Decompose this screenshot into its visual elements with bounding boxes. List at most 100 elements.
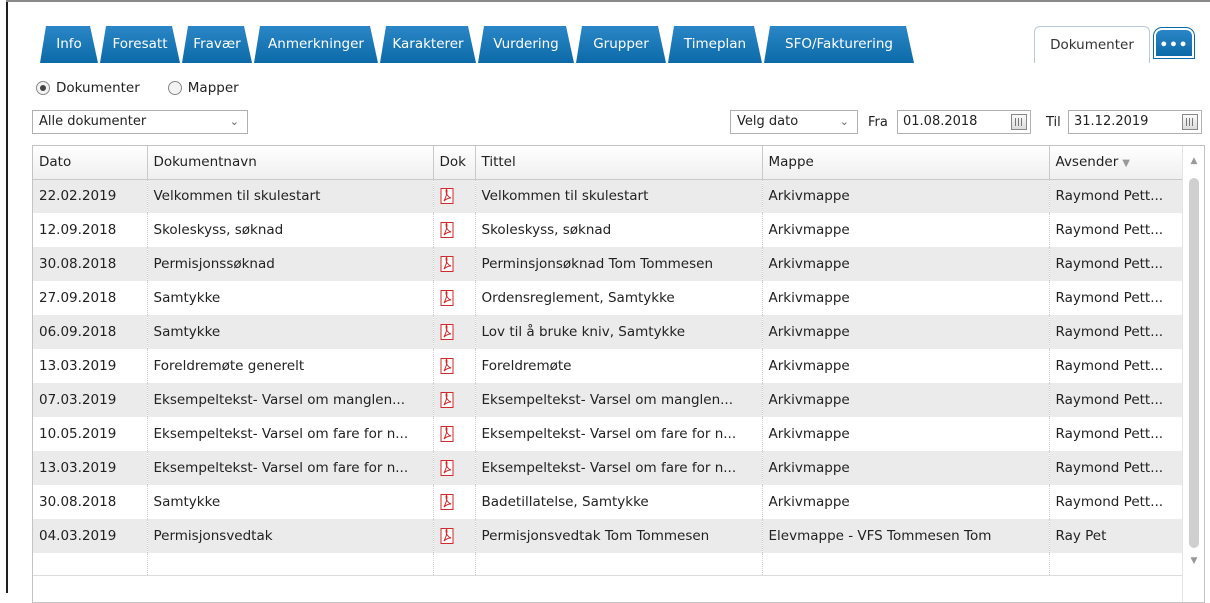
documents-grid: Dato Dokumentnavn Dok Tittel Mappe Avsen…	[32, 145, 1205, 603]
table-row[interactable]: 04.03.2019 Permisjonsvedtak Permisjonsvedt…	[33, 519, 1184, 553]
column-header-name[interactable]: Dokumentnavn	[147, 146, 434, 180]
calendar-icon[interactable]	[1011, 114, 1027, 130]
pdf-icon[interactable]	[440, 222, 454, 238]
pdf-icon[interactable]	[440, 460, 454, 476]
scroll-down-icon[interactable]: ▼	[1183, 556, 1204, 566]
cell-date: 27.09.2018	[33, 281, 148, 315]
pdf-icon[interactable]	[440, 528, 454, 544]
cell-doc[interactable]	[433, 247, 476, 281]
radio-mapper[interactable]: Mapper	[167, 80, 239, 96]
cell-folder: Elevmappe - VFS Tommesen Tom	[762, 519, 1050, 553]
view-mode-radios: Dokumenter Mapper	[36, 79, 267, 97]
table-row[interactable]: 13.03.2019 Eksempeltekst- Varsel om fare …	[33, 451, 1184, 485]
cell-title: Perminsjonsøknad Tom Tommesen	[475, 247, 763, 281]
cell-doc[interactable]	[433, 315, 476, 349]
empty-cell	[147, 553, 434, 576]
table-row[interactable]: 22.02.2019 Velkommen til skulestart Velkom…	[33, 179, 1184, 213]
column-header-doc[interactable]: Dok	[433, 146, 476, 180]
from-label: Fra	[868, 115, 888, 130]
cell-date: 13.03.2019	[33, 349, 148, 383]
tab-grupper[interactable]: Grupper	[576, 26, 666, 63]
table-row[interactable]: 12.09.2018 Skoleskyss, søknad Skoleskyss, …	[33, 213, 1184, 247]
pdf-icon[interactable]	[440, 426, 454, 442]
vertical-scrollbar[interactable]: ▲ ▼	[1182, 146, 1204, 602]
cell-title: Skoleskyss, søknad	[475, 213, 763, 247]
pdf-icon[interactable]	[440, 392, 454, 408]
from-date-value: 01.08.2018	[903, 114, 978, 129]
cell-date: 10.05.2019	[33, 417, 148, 451]
date-range-select[interactable]: Velg dato ⌄	[730, 110, 858, 134]
table-row[interactable]: 13.03.2019 Foreldremøte generelt Foreldrem…	[33, 349, 1184, 383]
column-header-sender[interactable]: Avsender ▼	[1049, 146, 1184, 180]
tab-anmerkninger[interactable]: Anmerkninger	[254, 26, 378, 63]
tab-fravaer[interactable]: Fravær	[182, 26, 252, 63]
cell-title: Foreldremøte	[475, 349, 763, 383]
cell-document-name: Permisjonssøknad	[147, 247, 434, 281]
cell-doc[interactable]	[433, 383, 476, 417]
cell-doc[interactable]	[433, 485, 476, 519]
cell-title: Velkommen til skulestart	[475, 179, 763, 213]
column-header-title[interactable]: Tittel	[475, 146, 763, 180]
cell-doc[interactable]	[433, 519, 476, 553]
empty-cell	[475, 553, 763, 576]
cell-doc[interactable]	[433, 179, 476, 213]
table-row[interactable]: 27.09.2018 Samtykke Ordensreglement, Samty…	[33, 281, 1184, 315]
pdf-icon[interactable]	[440, 358, 454, 374]
scroll-up-icon[interactable]: ▲	[1183, 156, 1204, 166]
tab-info[interactable]: Info	[40, 26, 98, 63]
cell-document-name: Samtykke	[147, 485, 434, 519]
cell-sender: Raymond Pett...	[1049, 213, 1184, 247]
pdf-icon[interactable]	[440, 256, 454, 272]
header-row: Dato Dokumentnavn Dok Tittel Mappe Avsen…	[33, 146, 1184, 180]
table-row[interactable]: 06.09.2018 Samtykke Lov til å bruke kniv, …	[33, 315, 1184, 349]
calendar-icon[interactable]	[1182, 114, 1198, 130]
pdf-icon[interactable]	[440, 494, 454, 510]
tab-foresatt[interactable]: Foresatt	[100, 26, 180, 63]
tab-dokumenter[interactable]: Dokumenter	[1034, 26, 1150, 63]
cell-folder: Arkivmappe	[762, 349, 1050, 383]
pdf-icon[interactable]	[440, 290, 454, 306]
from-date-field[interactable]: 01.08.2018	[897, 110, 1031, 134]
cell-title: Eksempeltekst- Varsel om fare for n...	[475, 417, 763, 451]
cell-sender: Raymond Pett...	[1049, 417, 1184, 451]
to-date-field[interactable]: 31.12.2019	[1068, 110, 1202, 134]
tab-more-button[interactable]: •••	[1153, 27, 1195, 59]
cell-date: 04.03.2019	[33, 519, 148, 553]
cell-folder: Arkivmappe	[762, 179, 1050, 213]
cell-document-name: Skoleskyss, søknad	[147, 213, 434, 247]
column-header-date[interactable]: Dato	[33, 146, 148, 180]
tab-timeplan[interactable]: Timeplan	[668, 26, 762, 63]
cell-doc[interactable]	[433, 281, 476, 315]
table-row[interactable]: 10.05.2019 Eksempeltekst- Varsel om fare …	[33, 417, 1184, 451]
cell-folder: Arkivmappe	[762, 451, 1050, 485]
tab-vurdering[interactable]: Vurdering	[478, 26, 574, 63]
cell-document-name: Samtykke	[147, 281, 434, 315]
window-border-top	[6, 0, 1210, 2]
radio-dot-icon[interactable]	[36, 81, 50, 95]
cell-folder: Arkivmappe	[762, 383, 1050, 417]
table-row[interactable]: 30.08.2018 Samtykke Badetillatelse, Samtyk…	[33, 485, 1184, 519]
scrollbar-thumb[interactable]	[1189, 178, 1199, 548]
pdf-icon[interactable]	[440, 324, 454, 340]
empty-cell	[33, 553, 148, 576]
cell-document-name: Samtykke	[147, 315, 434, 349]
cell-folder: Arkivmappe	[762, 213, 1050, 247]
tab-karakterer[interactable]: Karakterer	[380, 26, 476, 63]
cell-folder: Arkivmappe	[762, 417, 1050, 451]
column-header-folder[interactable]: Mappe	[762, 146, 1050, 180]
radio-dot-icon[interactable]	[167, 81, 182, 95]
cell-doc[interactable]	[433, 213, 476, 247]
radio-dokumenter[interactable]: Dokumenter	[36, 80, 140, 96]
cell-sender: Raymond Pett...	[1049, 349, 1184, 383]
cell-folder: Arkivmappe	[762, 485, 1050, 519]
tab-sfo-fakturering[interactable]: SFO/Fakturering	[764, 26, 914, 63]
document-type-select[interactable]: Alle dokumenter ⌄	[32, 110, 248, 134]
cell-doc[interactable]	[433, 417, 476, 451]
table-row[interactable]: 07.03.2019 Eksempeltekst- Varsel om mangl…	[33, 383, 1184, 417]
date-range-value: Velg dato	[737, 114, 799, 129]
cell-doc[interactable]	[433, 349, 476, 383]
empty-cell	[433, 553, 476, 576]
cell-doc[interactable]	[433, 451, 476, 485]
pdf-icon[interactable]	[440, 188, 454, 205]
table-row[interactable]: 30.08.2018 Permisjonssøknad Perminsjonsøkn…	[33, 247, 1184, 281]
